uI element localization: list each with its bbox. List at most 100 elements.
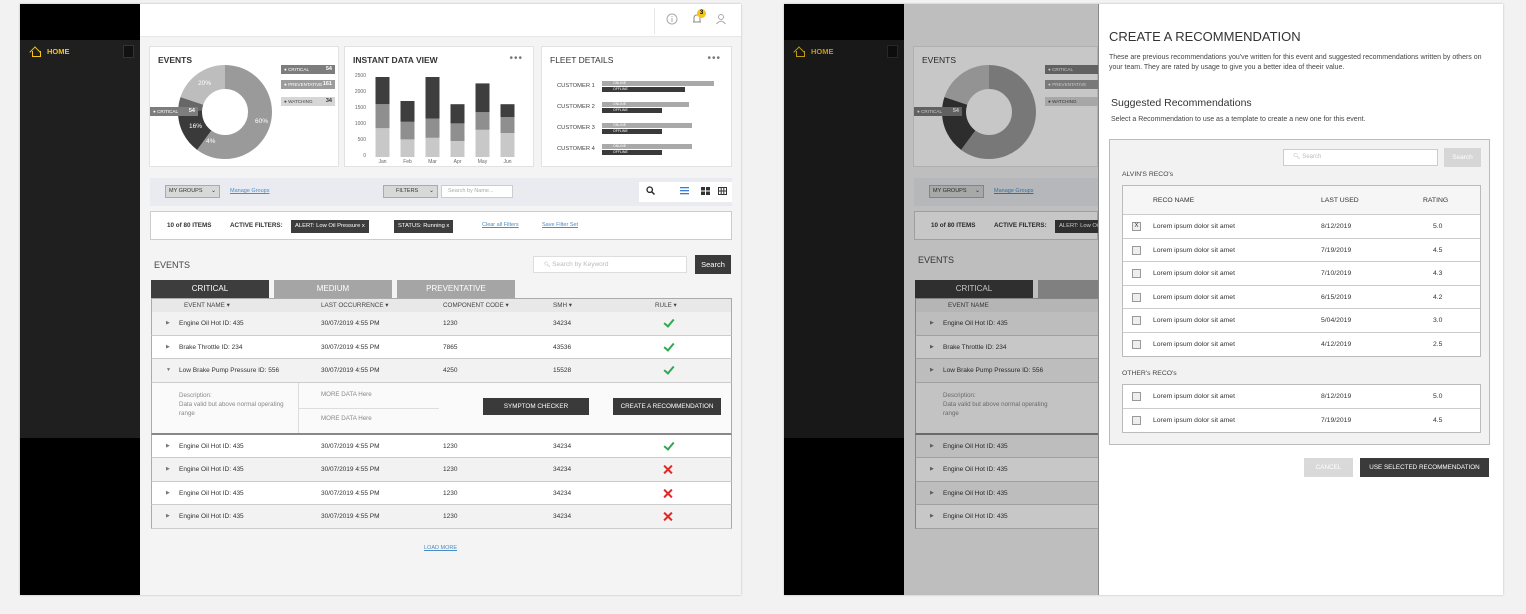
grid-view-icon[interactable] — [698, 185, 712, 199]
smh-value: 34234 — [553, 442, 572, 450]
bar — [475, 83, 490, 113]
search-button[interactable]: Search — [695, 255, 731, 274]
chevron-right-icon[interactable]: ▶ — [166, 482, 170, 505]
reco-last-used: 5/04/2019 — [1321, 317, 1352, 324]
reco-name: Lorem ipsum dolor sit amet — [1153, 223, 1235, 230]
reco-search-input[interactable]: 🔍︎ Search — [1283, 149, 1438, 166]
sidebar-item-home[interactable]: HOME — [30, 46, 70, 57]
manage-groups-link[interactable]: Manage Groups — [230, 188, 269, 194]
chevron-right-icon[interactable]: ▶ — [166, 312, 170, 335]
checkmark-icon — [663, 341, 675, 353]
search-icon[interactable] — [643, 185, 657, 199]
home-icon — [30, 46, 41, 57]
table-row[interactable]: ▶ Engine Oil Hot ID: 435 30/07/2019 4:55 P… — [151, 505, 732, 529]
column-header[interactable]: RULE ▾ — [655, 299, 677, 313]
reco-checkbox[interactable] — [1132, 415, 1141, 425]
table-row[interactable]: ▶ Engine Oil Hot ID: 435 30/07/2019 4:55 P… — [151, 458, 732, 482]
x-tick-label: Jan — [378, 159, 387, 165]
reco-checkbox[interactable] — [1132, 269, 1141, 278]
table-row[interactable]: ▶ Engine Oil Hot ID: 435 30/07/2019 4:55 P… — [151, 312, 732, 336]
bar — [375, 128, 390, 157]
table-row[interactable]: ▶ Engine Oil Hot ID: 435 30/07/2019 4:55 P… — [151, 481, 732, 505]
filter-chip[interactable]: ALERT: Low Oil Pressure x — [291, 220, 369, 233]
event-name: Engine Oil Hot ID: 435 — [179, 442, 244, 450]
last-occurrence: 30/07/2019 4:55 PM — [321, 489, 380, 497]
legend-preventative: ● PREVENTATIVE 161 — [281, 80, 335, 89]
tab-medium[interactable]: MEDIUM — [274, 280, 392, 298]
column-header[interactable]: EVENT NAME ▾ — [184, 299, 230, 313]
dashboard-artboard: HOME 3 EVENTS 20% 60% 16% 4% ● CRITICAL … — [20, 4, 741, 595]
reco-row[interactable]: X Lorem ipsum dolor sit amet 8/12/2019 5.0 — [1123, 215, 1480, 239]
reco-checkbox[interactable] — [1132, 245, 1141, 255]
reco-row[interactable]: Lorem ipsum dolor sit amet 5/04/2019 3.0 — [1123, 309, 1480, 333]
cancel-button[interactable]: CANCEL — [1304, 458, 1353, 477]
filter-chip[interactable]: STATUS: Running x — [394, 220, 454, 233]
tab-preventative[interactable]: PREVENTATIVE — [397, 280, 515, 298]
column-header[interactable]: COMPONENT CODE ▾ — [443, 299, 509, 313]
pie-label: 20% — [198, 80, 212, 87]
chevron-down-icon[interactable]: ▼ — [166, 359, 171, 382]
list-view-icon[interactable] — [677, 185, 691, 199]
table-header: RECO NAME LAST USED RATING — [1123, 186, 1480, 215]
component-code: 4250 — [443, 367, 458, 374]
reco-row[interactable]: Lorem ipsum dolor sit amet 4/12/2019 2.5 — [1123, 333, 1480, 357]
component-code: 7865 — [443, 343, 458, 351]
table-view-icon[interactable] — [715, 185, 729, 199]
reco-checkbox[interactable]: X — [1132, 222, 1141, 231]
smh-value: 34234 — [553, 320, 572, 327]
column-header[interactable]: SMH ▾ — [553, 299, 572, 313]
online-bar: ONLINE — [602, 144, 692, 149]
reco-checkbox[interactable] — [1132, 316, 1141, 325]
name-search-input[interactable]: Search by Name... — [441, 185, 513, 198]
smh-value: 15528 — [553, 367, 572, 374]
expanded-row-details: Description: Data valid but above normal… — [151, 382, 732, 435]
chevron-right-icon[interactable]: ▶ — [166, 458, 170, 481]
reco-row[interactable]: Lorem ipsum dolor sit amet 8/12/2019 5.0 — [1123, 385, 1480, 409]
chevron-right-icon[interactable]: ▶ — [166, 435, 170, 458]
keyword-search-input[interactable]: 🔍︎ Search by Keyword — [533, 256, 687, 273]
bar — [375, 77, 390, 105]
offline-label: OFFLINE — [613, 87, 628, 91]
table-row[interactable]: ▶ Engine Oil Hot ID: 435 30/07/2019 4:55 P… — [151, 434, 732, 458]
save-filter-link[interactable]: Save Filter Set — [542, 222, 578, 228]
load-more-link[interactable]: LOAD MORE — [424, 545, 457, 551]
bar — [400, 101, 415, 122]
reco-search-button[interactable]: Search — [1444, 148, 1481, 167]
modal-backdrop[interactable] — [784, 4, 1098, 595]
reco-checkbox[interactable] — [1132, 392, 1141, 401]
table-row[interactable]: ▶ Brake Throttle ID: 234 30/07/2019 4:55 P… — [151, 335, 732, 359]
use-recommendation-button[interactable]: USE SELECTED RECOMMENDATION — [1360, 458, 1489, 477]
create-recommendation-button[interactable]: CREATE A RECOMMENDATION — [613, 397, 721, 415]
reco-row[interactable]: Lorem ipsum dolor sit amet 7/19/2019 4.5 — [1123, 409, 1480, 433]
my-groups-select[interactable]: MY GROUPS ⌄ — [165, 185, 220, 198]
chevron-right-icon[interactable]: ▶ — [166, 505, 170, 528]
more-data: MORE DATA Here — [321, 414, 372, 422]
more-icon[interactable]: ••• — [509, 53, 523, 64]
reco-rating: 3.0 — [1433, 317, 1443, 324]
reco-row[interactable]: Lorem ipsum dolor sit amet 7/19/2019 4.5 — [1123, 239, 1480, 262]
reco-row[interactable]: Lorem ipsum dolor sit amet 7/10/2019 4.3 — [1123, 262, 1480, 286]
more-data: MORE DATA Here — [321, 390, 372, 398]
more-icon[interactable]: ••• — [707, 53, 721, 64]
card-title: INSTANT DATA VIEW — [353, 55, 438, 65]
reco-checkbox[interactable] — [1132, 339, 1141, 349]
sidebar-toggle[interactable] — [123, 45, 134, 58]
filters-select[interactable]: FILTERS ⌄ — [383, 185, 438, 198]
reco-checkbox[interactable] — [1132, 292, 1141, 302]
chevron-down-icon: ⌄ — [210, 188, 216, 194]
event-name: Engine Oil Hot ID: 435 — [179, 513, 244, 520]
checkmark-icon — [663, 364, 675, 376]
table-row[interactable]: ▼ Low Brake Pump Pressure ID: 556 30/07/20… — [151, 359, 732, 383]
column-header[interactable]: LAST OCCURRENCE ▾ — [321, 299, 388, 313]
reco-row[interactable]: Lorem ipsum dolor sit amet 6/15/2019 4.2 — [1123, 286, 1480, 309]
chevron-right-icon[interactable]: ▶ — [166, 336, 170, 359]
card-title: FLEET DETAILS — [550, 55, 614, 65]
clear-filters-link[interactable]: Clear all Filters — [482, 222, 519, 228]
tab-critical[interactable]: CRITICAL — [151, 280, 269, 298]
component-code: 1230 — [443, 320, 458, 327]
user-icon[interactable] — [714, 13, 728, 27]
info-icon[interactable] — [665, 13, 679, 27]
bell-icon[interactable]: 3 — [690, 9, 706, 27]
bar — [450, 123, 465, 141]
symptom-checker-button[interactable]: SYMPTOM CHECKER — [483, 397, 589, 415]
